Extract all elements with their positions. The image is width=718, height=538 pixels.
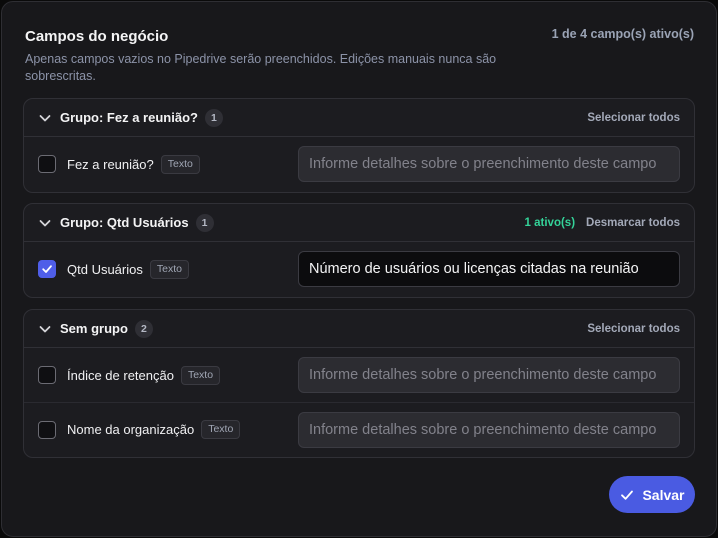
field-instructions-input[interactable]	[298, 357, 680, 393]
field-row: Qtd Usuários Texto	[24, 242, 694, 296]
group-header[interactable]: Grupo: Fez a reunião? 1 Selecionar todos	[24, 99, 694, 137]
group-count-badge: 2	[134, 319, 153, 338]
chevron-down-icon[interactable]	[38, 322, 52, 336]
chevron-down-icon[interactable]	[38, 111, 52, 125]
field-name: Qtd Usuários	[67, 261, 143, 277]
field-type-tag: Texto	[160, 154, 200, 174]
field-type-tag: Texto	[201, 420, 241, 439]
field-name: Nome da organização	[67, 422, 195, 437]
group-active-count: 1 ativo(s)	[524, 216, 576, 229]
field-type-tag: Texto	[149, 259, 189, 279]
field-group: Grupo: Qtd Usuários 1 1 ativo(s) Desmarc…	[23, 203, 695, 298]
select-all-button[interactable]: Selecionar todos	[587, 112, 680, 124]
field-instructions-input[interactable]	[298, 146, 680, 182]
field-checkbox[interactable]	[38, 155, 56, 173]
save-button-label: Salvar	[642, 486, 685, 503]
field-checkbox[interactable]	[38, 420, 56, 439]
field-group: Grupo: Fez a reunião? 1 Selecionar todos…	[23, 98, 695, 193]
field-checkbox[interactable]	[38, 260, 56, 278]
group-header[interactable]: Grupo: Qtd Usuários 1 1 ativo(s) Desmarc…	[24, 204, 694, 242]
group-title: Sem grupo	[60, 321, 128, 336]
field-type-tag: Texto	[180, 365, 221, 385]
field-instructions-input[interactable]	[298, 411, 680, 448]
panel-title: Campos do negócio	[25, 28, 169, 45]
field-row: Fez a reunião? Texto	[24, 137, 694, 191]
select-all-button[interactable]: Selecionar todos	[587, 323, 680, 335]
group-title: Grupo: Qtd Usuários	[60, 215, 189, 230]
check-icon	[42, 265, 52, 273]
field-name: Fez a reunião?	[67, 156, 154, 172]
check-icon	[621, 490, 634, 500]
group-header[interactable]: Sem grupo 2 Selecionar todos	[24, 310, 694, 348]
field-instructions-input[interactable]	[298, 251, 680, 287]
save-button[interactable]: Salvar	[609, 476, 695, 513]
group-count-badge: 1	[195, 213, 214, 232]
field-group: Sem grupo 2 Selecionar todos Índice de r…	[23, 309, 695, 458]
field-row: Nome da organização Texto	[24, 402, 694, 456]
field-row: Índice de retenção Texto	[24, 348, 694, 402]
field-checkbox[interactable]	[38, 366, 56, 384]
group-count-badge: 1	[204, 108, 223, 127]
deselect-all-button[interactable]: Desmarcar todos	[586, 217, 680, 229]
field-name: Índice de retenção	[67, 367, 174, 383]
chevron-down-icon[interactable]	[38, 216, 52, 230]
group-title: Grupo: Fez a reunião?	[60, 110, 198, 125]
active-fields-counter: 1 de 4 campo(s) ativo(s)	[551, 27, 694, 41]
panel-subtitle: Apenas campos vazios no Pipedrive serão …	[25, 52, 497, 83]
